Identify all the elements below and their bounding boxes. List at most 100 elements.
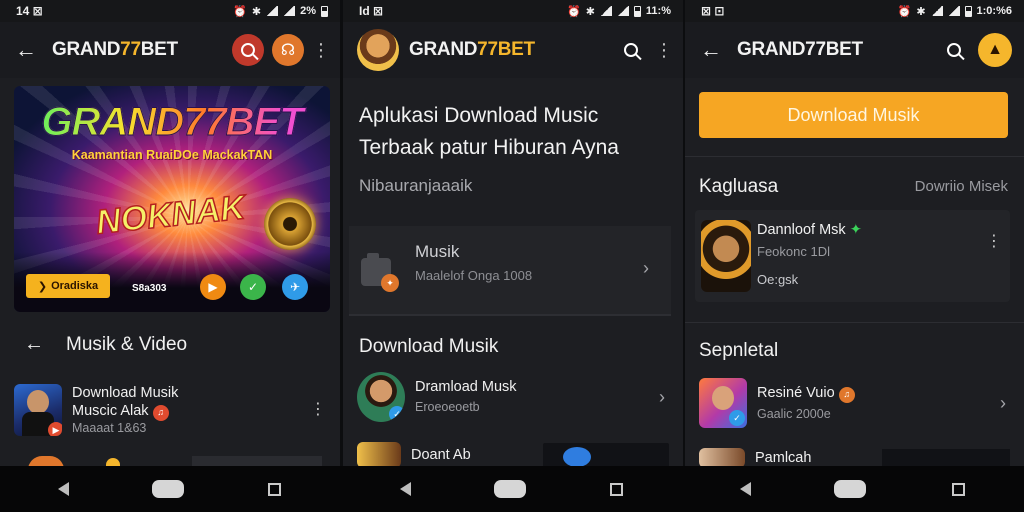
mini-player[interactable] [192, 456, 322, 466]
mini-player[interactable] [543, 443, 669, 466]
search-button[interactable] [615, 34, 647, 66]
status-bar: ⊠ ⊡ ⏰ ✱ 1:0:%6 [685, 0, 1024, 22]
list-item[interactable]: ✓ Resiné Vuio ♫ Gaalic 2000e › [699, 378, 1010, 428]
headline-line-2: Terbaak patur Hiburan Ayna [359, 136, 619, 159]
bluetooth-icon: ✱ [251, 5, 262, 18]
battery-icon [633, 5, 641, 17]
headline-line-1: Aplukasi Download Music [359, 104, 599, 127]
featured-title: Dannloof Msk ✦ [757, 222, 862, 238]
battery-icon [321, 5, 328, 17]
section-link[interactable]: Dowriio Misek [915, 178, 1008, 195]
track-subtitle: Eroeoeoetb [415, 400, 480, 415]
track-thumbnail [699, 448, 745, 466]
track-title: Pamlcah [755, 449, 812, 466]
search-button[interactable] [938, 34, 970, 66]
nav-home-icon[interactable] [834, 480, 866, 498]
hot-badge-icon: ♫ [838, 386, 855, 403]
track-title: Download Musik [72, 385, 179, 401]
sparkle-icon: ✦ [849, 222, 862, 238]
download-musik-button[interactable]: Download Musik [699, 92, 1008, 138]
app-title: GRAND77BET [52, 39, 178, 60]
mini-player[interactable] [882, 449, 1010, 466]
wifi-icon [599, 6, 612, 16]
banner-small-text: S8a303 [132, 283, 167, 294]
nav-back-icon[interactable] [400, 482, 411, 496]
featured-meta: Oe:gsk [757, 272, 799, 287]
avatar[interactable] [357, 29, 399, 71]
section-title: Sepnletal [699, 340, 779, 361]
wifi-icon [266, 6, 279, 16]
track-subtitle: Maaaat 1&63 [72, 420, 147, 435]
back-arrow-icon[interactable]: ← [699, 37, 723, 63]
app-title: GRAND77BET [409, 39, 535, 60]
nav-back-icon[interactable] [58, 482, 69, 496]
notification-button[interactable]: ▲ [978, 33, 1012, 67]
search-button[interactable] [232, 34, 264, 66]
camera-icon: ✦ [361, 253, 399, 292]
track-subtitle: Gaalic 2000e [757, 406, 831, 421]
list-item[interactable]: Pamlcah [699, 448, 1010, 466]
track-title-2: Muscic Alak ♫ [72, 402, 302, 421]
bluetooth-icon: ✱ [585, 5, 595, 18]
section-header: ← Musik & Video [22, 333, 187, 356]
battery-text: 1:0:%6 [976, 5, 1012, 17]
nav-home-icon[interactable] [494, 480, 526, 498]
phone-screen-3: ⊠ ⊡ ⏰ ✱ 1:0:%6 ← GRAND77BET ▲ Download M… [685, 0, 1024, 466]
overflow-menu-icon[interactable]: ⋮ [310, 402, 326, 418]
list-item[interactable]: Doant Ab [357, 442, 669, 466]
play-badge-icon: ▶ [48, 422, 62, 437]
signal-icon [283, 6, 296, 16]
featured-card[interactable]: Dannloof Msk ✦ Feokonc 1Dl Oe:gsk ⋮ [695, 210, 1010, 302]
battery-text: 11:% [645, 5, 671, 17]
play-icon[interactable]: ▶ [200, 274, 226, 300]
search-icon [241, 43, 255, 57]
track-title: Resiné Vuio ♫ [757, 384, 996, 403]
phone-screen-1: 14 ⊠ ⏰ ✱ 2% ← GRAND77BET ☊ ⋮ GRAND77BET … [0, 0, 340, 466]
status-time: Id ⊠ [359, 4, 384, 18]
nav-recents-icon[interactable] [952, 483, 965, 496]
track-thumbnail: ✓ [699, 378, 747, 428]
back-arrow-icon[interactable]: ← [14, 37, 38, 63]
section-title: Download Musik [359, 336, 499, 357]
nav-back-icon[interactable] [740, 482, 751, 496]
bluetooth-icon: ✱ [916, 5, 926, 18]
featured-subtitle: Feokonc 1Dl [757, 244, 830, 259]
chat-icon[interactable]: ✓ [240, 274, 266, 300]
list-item[interactable]: ✓ Dramload Musk Eroeoeoetb › [357, 372, 669, 422]
status-bar: 14 ⊠ ⏰ ✱ 2% [0, 0, 340, 22]
nav-home-icon[interactable] [152, 480, 184, 498]
nav-recents-icon[interactable] [610, 483, 623, 496]
track-thumbnail [357, 442, 401, 466]
overflow-menu-icon[interactable]: ⋮ [986, 234, 1002, 250]
profile-button[interactable]: ☊ [272, 34, 304, 66]
alarm-icon: ⏰ [233, 5, 247, 18]
status-time: ⊠ ⊡ [701, 4, 725, 18]
next-item-thumbnail [28, 456, 64, 466]
music-badge-icon: ✦ [381, 274, 399, 292]
track-thumbnail: ▶ [14, 384, 62, 437]
promo-banner[interactable]: GRAND77BET Kaamantian RuaiDOe MackakTAN … [14, 86, 330, 312]
hot-badge-icon: ♫ [152, 404, 169, 421]
music-card[interactable]: ✦ Musik Maalelof Onga 1008 › [349, 226, 671, 316]
verified-icon: ✓ [729, 410, 745, 426]
overflow-menu-icon[interactable]: ⋮ [312, 41, 330, 59]
overflow-menu-icon[interactable]: ⋮ [655, 41, 673, 59]
status-bar: Id ⊠ ⏰ ✱ 11:% [343, 0, 683, 22]
track-title: Doant Ab [411, 446, 471, 463]
search-icon [624, 43, 638, 57]
section-title: Musik & Video [66, 333, 188, 355]
bird-icon[interactable]: ✈ [282, 274, 308, 300]
banner-cta-button[interactable]: ❯ Oradiska [26, 274, 110, 298]
signal-icon [947, 6, 960, 16]
alarm-icon: ⏰ [897, 5, 912, 18]
card-subtitle: Maalelof Onga 1008 [415, 268, 533, 283]
app-bar: GRAND77BET ⋮ [343, 22, 683, 78]
battery-icon [964, 5, 972, 17]
chevron-right-icon: ❯ [37, 280, 48, 293]
list-item[interactable]: ▶ Download Musik Muscic Alak ♫ Maaaat 1&… [14, 384, 326, 437]
app-bar: ← GRAND77BET ▲ [685, 22, 1024, 78]
back-arrow-icon[interactable]: ← [22, 333, 46, 356]
nav-recents-icon[interactable] [268, 483, 281, 496]
chevron-right-icon: › [1000, 392, 1006, 413]
headline: Aplukasi Download Music Terbaak patur Hi… [359, 100, 671, 164]
